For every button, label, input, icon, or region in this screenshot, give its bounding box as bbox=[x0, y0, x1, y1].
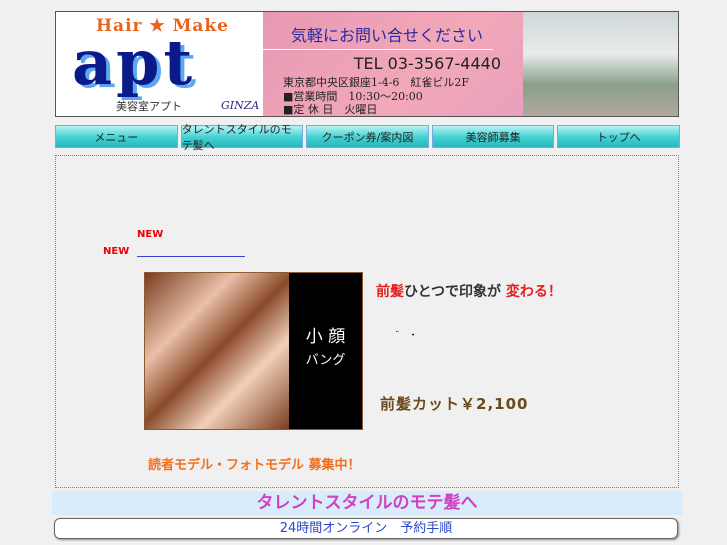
dots: ¨ ・ bbox=[395, 331, 418, 341]
banner-title: 小 顔 バング bbox=[289, 273, 362, 429]
nav-talent-style[interactable]: タレントスタイルのモテ髪へ bbox=[180, 123, 304, 152]
news-link[interactable] bbox=[137, 256, 245, 257]
new-badge: NEW bbox=[103, 246, 130, 257]
salon-name: 美容室アプト bbox=[116, 100, 182, 113]
bang-cut-price: 前髪カット￥2,100 bbox=[380, 395, 529, 413]
headline: 前髪ひとつで印象が 変わる！ bbox=[376, 281, 562, 301]
model-recruit-link[interactable]: 読者モデル・フォトモデル 募集中！ bbox=[148, 454, 361, 473]
ginza-text: GINZA bbox=[221, 99, 260, 112]
model-faces-image bbox=[145, 273, 289, 429]
salon-photo bbox=[523, 12, 678, 116]
contact-info: 気軽にお問い合せください TEL 03-3567-4440 東京都中央区銀座1-… bbox=[263, 12, 523, 116]
divider bbox=[263, 49, 493, 50]
small-face-text: 小 顔 bbox=[305, 327, 346, 347]
online-booking-button[interactable]: 24時間オンライン 予約手順 bbox=[54, 518, 678, 539]
nav-menu[interactable]: メニュー bbox=[55, 125, 178, 148]
bang-text: バング bbox=[305, 353, 346, 368]
contact-heading: 気軽にお問い合せください bbox=[291, 26, 484, 45]
headline-part: ひとつで印象が bbox=[404, 284, 502, 300]
talent-style-link[interactable]: タレントスタイルのモテ髪へ bbox=[52, 491, 682, 515]
holiday: ■定 休 日 火曜日 bbox=[283, 103, 378, 116]
nav-coupon-map[interactable]: クーポン券/案内図 bbox=[306, 125, 429, 148]
phone-number: TEL 03-3567-4440 bbox=[353, 54, 501, 73]
nav-bar: メニュー タレントスタイルのモテ髪へ クーポン券/案内図 美容師募集 トップへ bbox=[55, 123, 680, 152]
nav-recruit[interactable]: 美容師募集 bbox=[431, 125, 555, 148]
header-banner: Hair ★ Make apt 美容室アプト GINZA 気軽にお問い合せくださ… bbox=[55, 11, 679, 117]
headline-part: 前髪 bbox=[376, 284, 404, 300]
new-badge: NEW bbox=[137, 229, 164, 240]
nav-top[interactable]: トップへ bbox=[557, 125, 680, 148]
bangs-banner[interactable]: 小 顔 バング bbox=[144, 272, 363, 430]
headline-part: 変わる！ bbox=[505, 284, 562, 300]
logo[interactable]: Hair ★ Make apt 美容室アプト GINZA bbox=[56, 12, 263, 116]
apt-logo: apt bbox=[72, 26, 197, 99]
